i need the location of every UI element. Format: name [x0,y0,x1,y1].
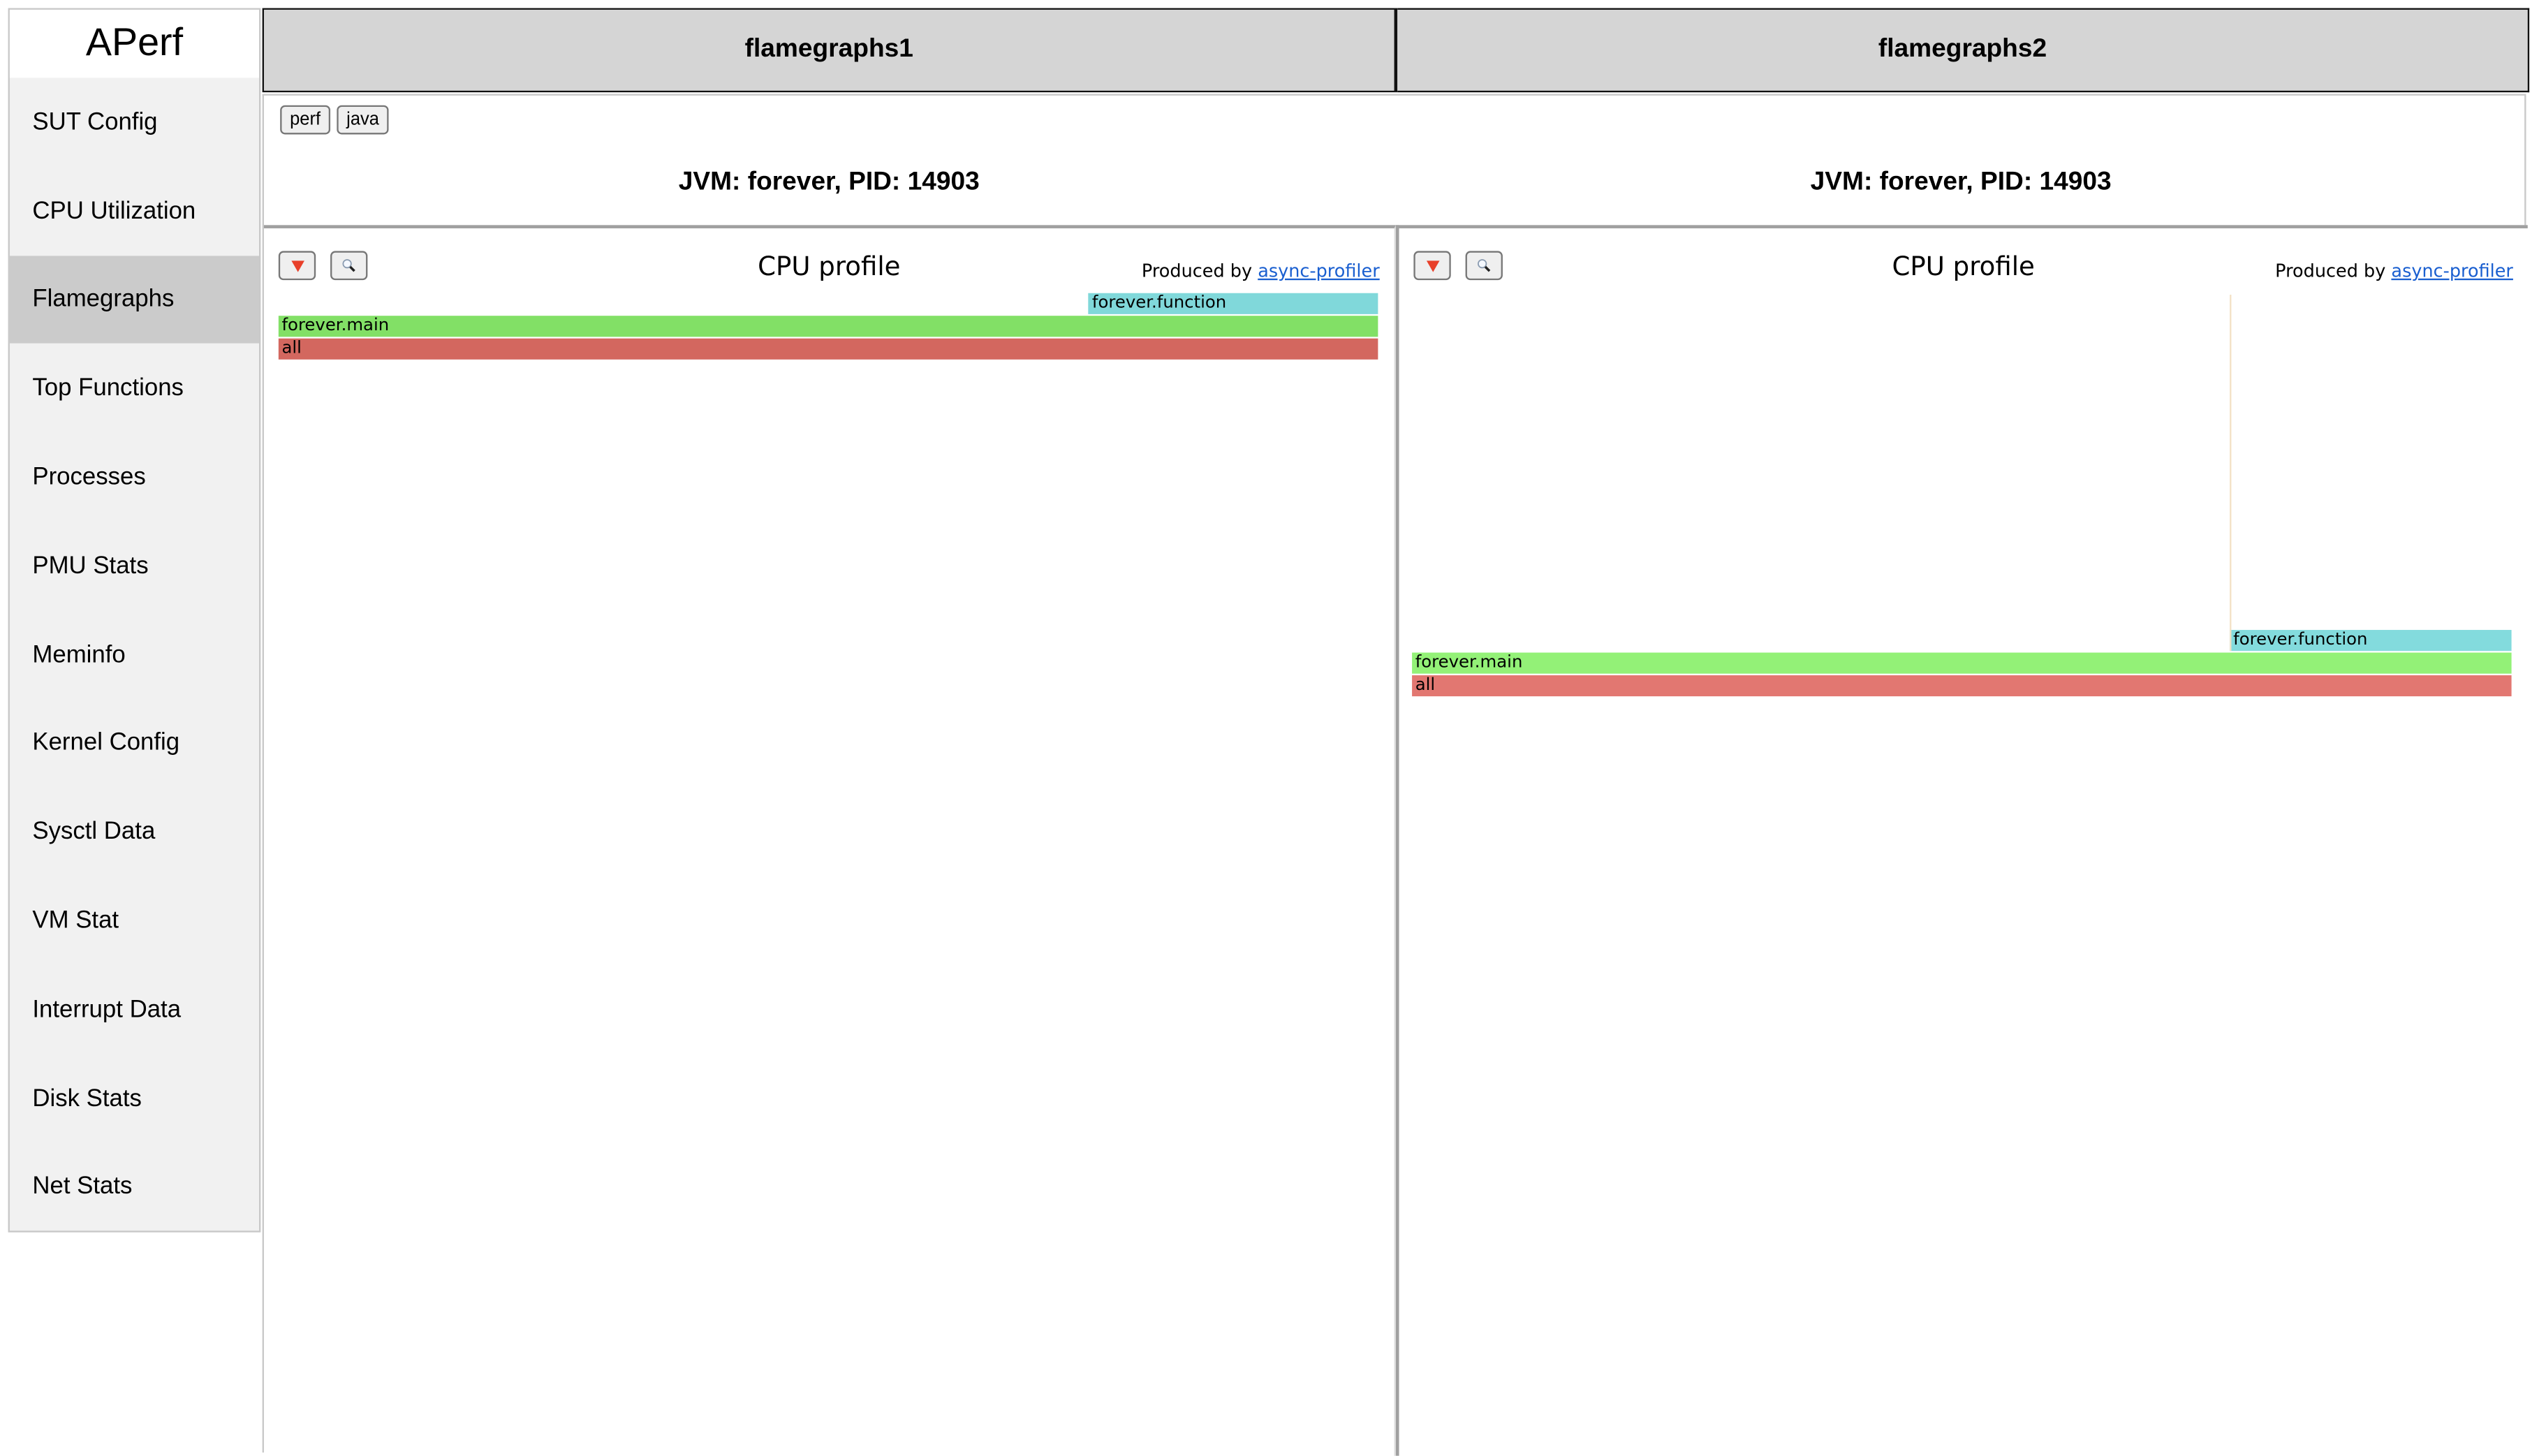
sidebar-item-sysctl-data[interactable]: Sysctl Data [10,788,259,876]
app-logo: APerf [9,9,260,78]
sidebar-item-interrupt-data[interactable]: Interrupt Data [10,965,259,1054]
subtab-java[interactable]: java [337,105,389,135]
flame-frame[interactable]: all [1412,675,2512,697]
jvm-title-1: JVM: forever, PID: 14903 [678,168,980,196]
flamegraph-canvas[interactable]: all forever.main forever.function [1412,293,2512,698]
sidebar-item-vm-stat[interactable]: VM Stat [10,876,259,965]
sidebar-item-net-stats[interactable]: Net Stats [10,1142,259,1231]
sidebar-item-top-functions[interactable]: Top Functions [10,344,259,433]
subtab-perf[interactable]: perf [280,105,330,135]
sidebar-item-cpu-utilization[interactable]: CPU Utilization [10,166,259,255]
flame-frame[interactable]: forever.function [1089,293,1378,314]
flame-frame[interactable]: forever.main [278,316,1378,337]
produced-by: Produced by async-profiler [1142,260,1380,281]
sidebar-item-disk-stats[interactable]: Disk Stats [10,1054,259,1142]
flame-thin-stack[interactable] [2230,294,2232,652]
flamegraph-panel-2: CPU profile Produced by async-profiler a… [1395,225,2528,1456]
sidebar-item-pmu-stats[interactable]: PMU Stats [10,522,259,610]
sidebar-item-flamegraphs[interactable]: Flamegraphs [9,255,260,344]
tab-flamegraphs2[interactable]: flamegraphs2 [1397,8,2530,93]
async-profiler-link[interactable]: async-profiler [2391,260,2512,281]
sidebar-item-sut-config[interactable]: SUT Config [10,78,259,166]
produced-by-label: Produced by [1141,260,1253,282]
subtab-bar: perf java [280,105,389,135]
flame-frame[interactable]: forever.function [2230,630,2512,652]
flame-frame[interactable]: all [278,338,1378,360]
flamegraph-canvas[interactable]: all forever.main forever.function [278,293,1378,361]
sidebar-item-meminfo[interactable]: Meminfo [10,610,259,699]
jvm-title-2: JVM: forever, PID: 14903 [1810,168,2112,196]
produced-by-label: Produced by [2275,260,2386,282]
produced-by: Produced by async-profiler [2275,260,2513,281]
sidebar-item-kernel-config[interactable]: Kernel Config [10,699,259,788]
flame-frame[interactable]: forever.main [1412,652,2512,674]
sidebar-item-processes[interactable]: Processes [10,433,259,522]
content-area: perf java JVM: forever, PID: 14903 JVM: … [262,94,2528,1456]
tab-bar: flamegraphs1 flamegraphs2 [262,8,2530,93]
sidebar: APerf SUT Config CPU Utilization Flamegrap… [8,8,261,1233]
flamegraph-panel-1: CPU profile Produced by async-profiler a… [263,225,1396,1456]
tab-flamegraphs1[interactable]: flamegraphs1 [262,8,1398,93]
async-profiler-link[interactable]: async-profiler [1258,260,1379,281]
